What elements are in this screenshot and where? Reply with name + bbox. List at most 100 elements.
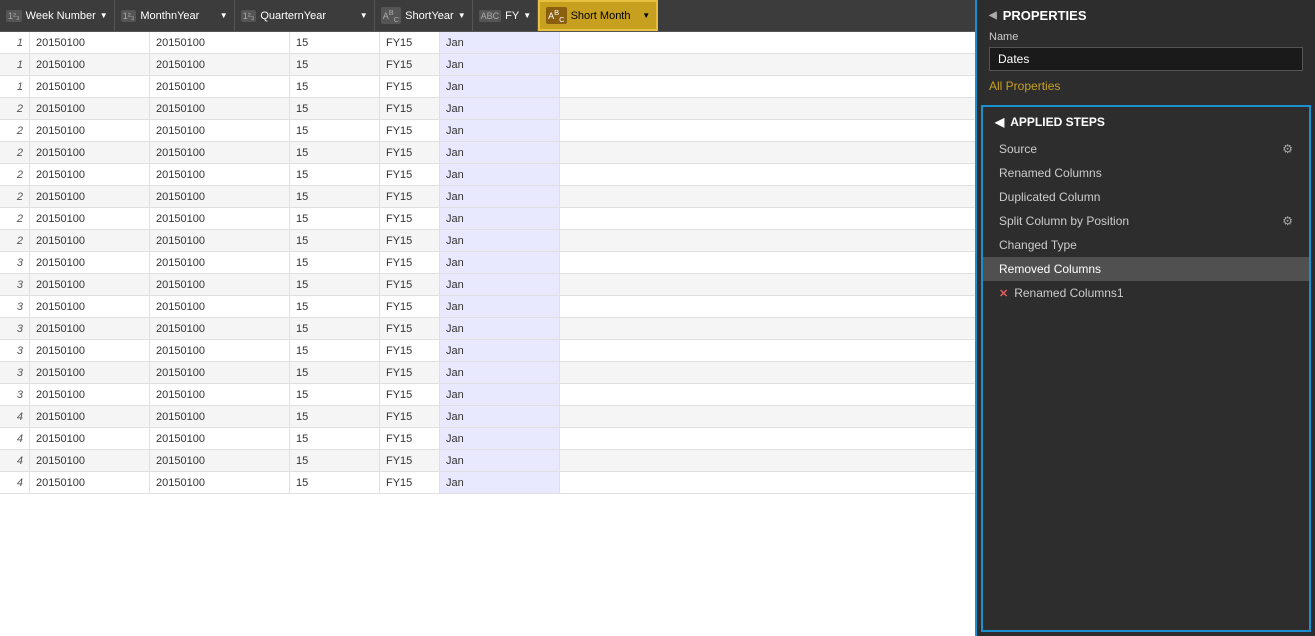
table-row: 3201501002015010015FY15Jan [0, 252, 975, 274]
dropdown-fy[interactable]: ▼ [523, 11, 531, 20]
applied-steps-section: ◀ APPLIED STEPS Source⚙Renamed ColumnsDu… [981, 105, 1311, 632]
table-row: 3201501002015010015FY15Jan [0, 318, 975, 340]
step-item-4[interactable]: Changed Type [983, 233, 1309, 257]
col-header-shortyear[interactable]: ABC ShortYear ▼ [375, 0, 473, 31]
table-cell: 20150100 [30, 208, 150, 229]
table-body: 1201501002015010015FY15Jan12015010020150… [0, 32, 975, 636]
dropdown-shortyear[interactable]: ▼ [458, 11, 466, 20]
table-cell: Jan [440, 54, 560, 75]
type-icon-shortmonth: ABC [546, 7, 566, 25]
table-cell: 15 [290, 318, 380, 339]
col-label-week: Week Number [26, 10, 96, 22]
dropdown-shortmonth[interactable]: ▼ [642, 11, 650, 20]
table-cell: Jan [440, 142, 560, 163]
collapse-properties-btn[interactable]: ◀ [989, 10, 997, 21]
table-cell: Jan [440, 318, 560, 339]
table-cell: FY15 [380, 32, 440, 53]
table-cell: FY15 [380, 98, 440, 119]
col-header-shortmonth[interactable]: ABC Short Month ▼ [538, 0, 658, 31]
table-cell: 20150100 [30, 384, 150, 405]
table-cell: 15 [290, 32, 380, 53]
table-cell: Jan [440, 450, 560, 471]
table-cell: 2 [0, 164, 30, 185]
dropdown-month[interactable]: ▼ [220, 11, 228, 20]
table-cell: FY15 [380, 186, 440, 207]
step-item-5[interactable]: Removed Columns [983, 257, 1309, 281]
gear-icon[interactable]: ⚙ [1282, 142, 1293, 156]
applied-steps-title: APPLIED STEPS [1010, 115, 1105, 129]
table-cell: 15 [290, 76, 380, 97]
table-cell: Jan [440, 384, 560, 405]
table-cell: 20150100 [150, 318, 290, 339]
table-row: 3201501002015010015FY15Jan [0, 384, 975, 406]
table-row: 4201501002015010015FY15Jan [0, 428, 975, 450]
table-cell: 20150100 [30, 76, 150, 97]
step-item-2[interactable]: Duplicated Column [983, 185, 1309, 209]
table-cell: 20150100 [30, 32, 150, 53]
gear-icon[interactable]: ⚙ [1282, 214, 1293, 228]
step-item-0[interactable]: Source⚙ [983, 137, 1309, 161]
table-cell: 15 [290, 428, 380, 449]
table-cell: FY15 [380, 296, 440, 317]
table-cell: 2 [0, 208, 30, 229]
table-cell: 15 [290, 98, 380, 119]
table-cell: 20150100 [150, 406, 290, 427]
table-row: 1201501002015010015FY15Jan [0, 32, 975, 54]
table-cell: 15 [290, 54, 380, 75]
table-row: 1201501002015010015FY15Jan [0, 54, 975, 76]
table-cell: 3 [0, 318, 30, 339]
collapse-steps-btn[interactable]: ◀ [995, 115, 1004, 129]
table-cell: Jan [440, 76, 560, 97]
table-cell: Jan [440, 274, 560, 295]
dropdown-quarter[interactable]: ▼ [360, 11, 368, 20]
table-cell: 15 [290, 340, 380, 361]
type-icon-month: 1²₃ [121, 10, 137, 22]
table-cell: 2 [0, 142, 30, 163]
step-item-6[interactable]: ✕Renamed Columns1 [983, 281, 1309, 305]
table-cell: 20150100 [30, 252, 150, 273]
table-cell: 15 [290, 274, 380, 295]
table-cell: 3 [0, 252, 30, 273]
step-item-1[interactable]: Renamed Columns [983, 161, 1309, 185]
type-icon-week: 1²₃ [6, 10, 22, 22]
table-row: 2201501002015010015FY15Jan [0, 208, 975, 230]
table-cell: Jan [440, 32, 560, 53]
table-cell: Jan [440, 120, 560, 141]
name-input[interactable] [989, 47, 1303, 71]
table-cell: 20150100 [150, 142, 290, 163]
table-cell: Jan [440, 208, 560, 229]
col-header-week[interactable]: 1²₃ Week Number ▼ [0, 0, 115, 31]
table-cell: Jan [440, 252, 560, 273]
table-cell: 15 [290, 472, 380, 493]
table-cell: Jan [440, 98, 560, 119]
all-properties-link[interactable]: All Properties [989, 79, 1060, 93]
table-row: 2201501002015010015FY15Jan [0, 120, 975, 142]
table-cell: 20150100 [150, 472, 290, 493]
table-cell: 3 [0, 296, 30, 317]
table-row: 2201501002015010015FY15Jan [0, 98, 975, 120]
type-icon-shortyear: ABC [381, 7, 401, 25]
col-header-month[interactable]: 1²₃ MonthnYear ▼ [115, 0, 235, 31]
table-cell: FY15 [380, 54, 440, 75]
table-cell: 20150100 [30, 318, 150, 339]
type-icon-quarter: 1²₃ [241, 10, 257, 22]
steps-list: Source⚙Renamed ColumnsDuplicated ColumnS… [983, 137, 1309, 305]
table-cell: 3 [0, 340, 30, 361]
table-cell: FY15 [380, 472, 440, 493]
table-cell: FY15 [380, 340, 440, 361]
table-cell: FY15 [380, 76, 440, 97]
table-cell: FY15 [380, 230, 440, 251]
table-cell: FY15 [380, 120, 440, 141]
table-cell: 20150100 [150, 428, 290, 449]
table-row: 4201501002015010015FY15Jan [0, 450, 975, 472]
right-panel: ◀ PROPERTIES Name All Properties ◀ APPLI… [975, 0, 1315, 636]
dropdown-week[interactable]: ▼ [100, 11, 108, 20]
table-cell: Jan [440, 428, 560, 449]
table-cell: FY15 [380, 208, 440, 229]
step-item-3[interactable]: Split Column by Position⚙ [983, 209, 1309, 233]
table-cell: 20150100 [30, 142, 150, 163]
col-header-fy[interactable]: ABC FY ▼ [473, 0, 539, 31]
table-cell: FY15 [380, 362, 440, 383]
col-header-quarter[interactable]: 1²₃ QuarternYear ▼ [235, 0, 375, 31]
table-cell: 15 [290, 164, 380, 185]
